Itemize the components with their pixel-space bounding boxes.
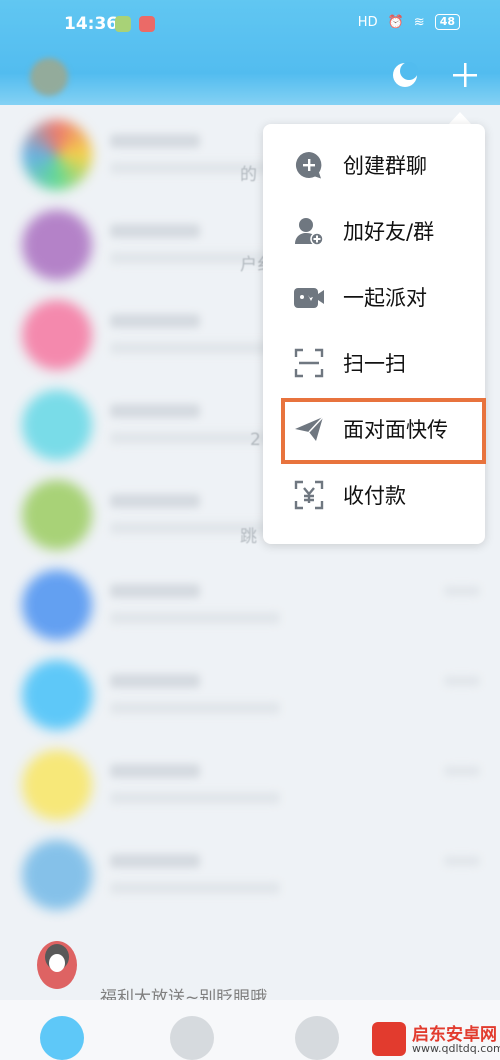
watermark-logo-icon — [372, 1022, 406, 1056]
watermark-url: www.qdltdq.com — [412, 1042, 500, 1055]
add-friend-icon — [293, 215, 325, 247]
party-icon — [293, 281, 325, 313]
plus-menu: 创建群聊 加好友/群 一起派对 扫一扫 面对面快传 收付款 — [263, 124, 485, 544]
menu-item-label: 收付款 — [343, 484, 406, 508]
menu-item-party[interactable]: 一起派对 — [263, 264, 485, 330]
highlight-box — [281, 398, 486, 464]
menu-item-payment[interactable]: 收付款 — [263, 462, 485, 528]
create-group-icon — [293, 149, 325, 181]
menu-item-label: 创建群聊 — [343, 154, 427, 178]
menu-item-label: 一起派对 — [343, 286, 427, 310]
scan-icon — [293, 347, 325, 379]
payment-icon — [293, 479, 325, 511]
menu-item-scan[interactable]: 扫一扫 — [263, 330, 485, 396]
menu-item-label: 加好友/群 — [343, 220, 435, 244]
menu-item-add-friend[interactable]: 加好友/群 — [263, 198, 485, 264]
menu-item-create-group[interactable]: 创建群聊 — [263, 132, 485, 198]
menu-item-label: 扫一扫 — [343, 352, 406, 376]
watermark: 启东安卓网 www.qdltdq.com — [372, 1020, 500, 1060]
